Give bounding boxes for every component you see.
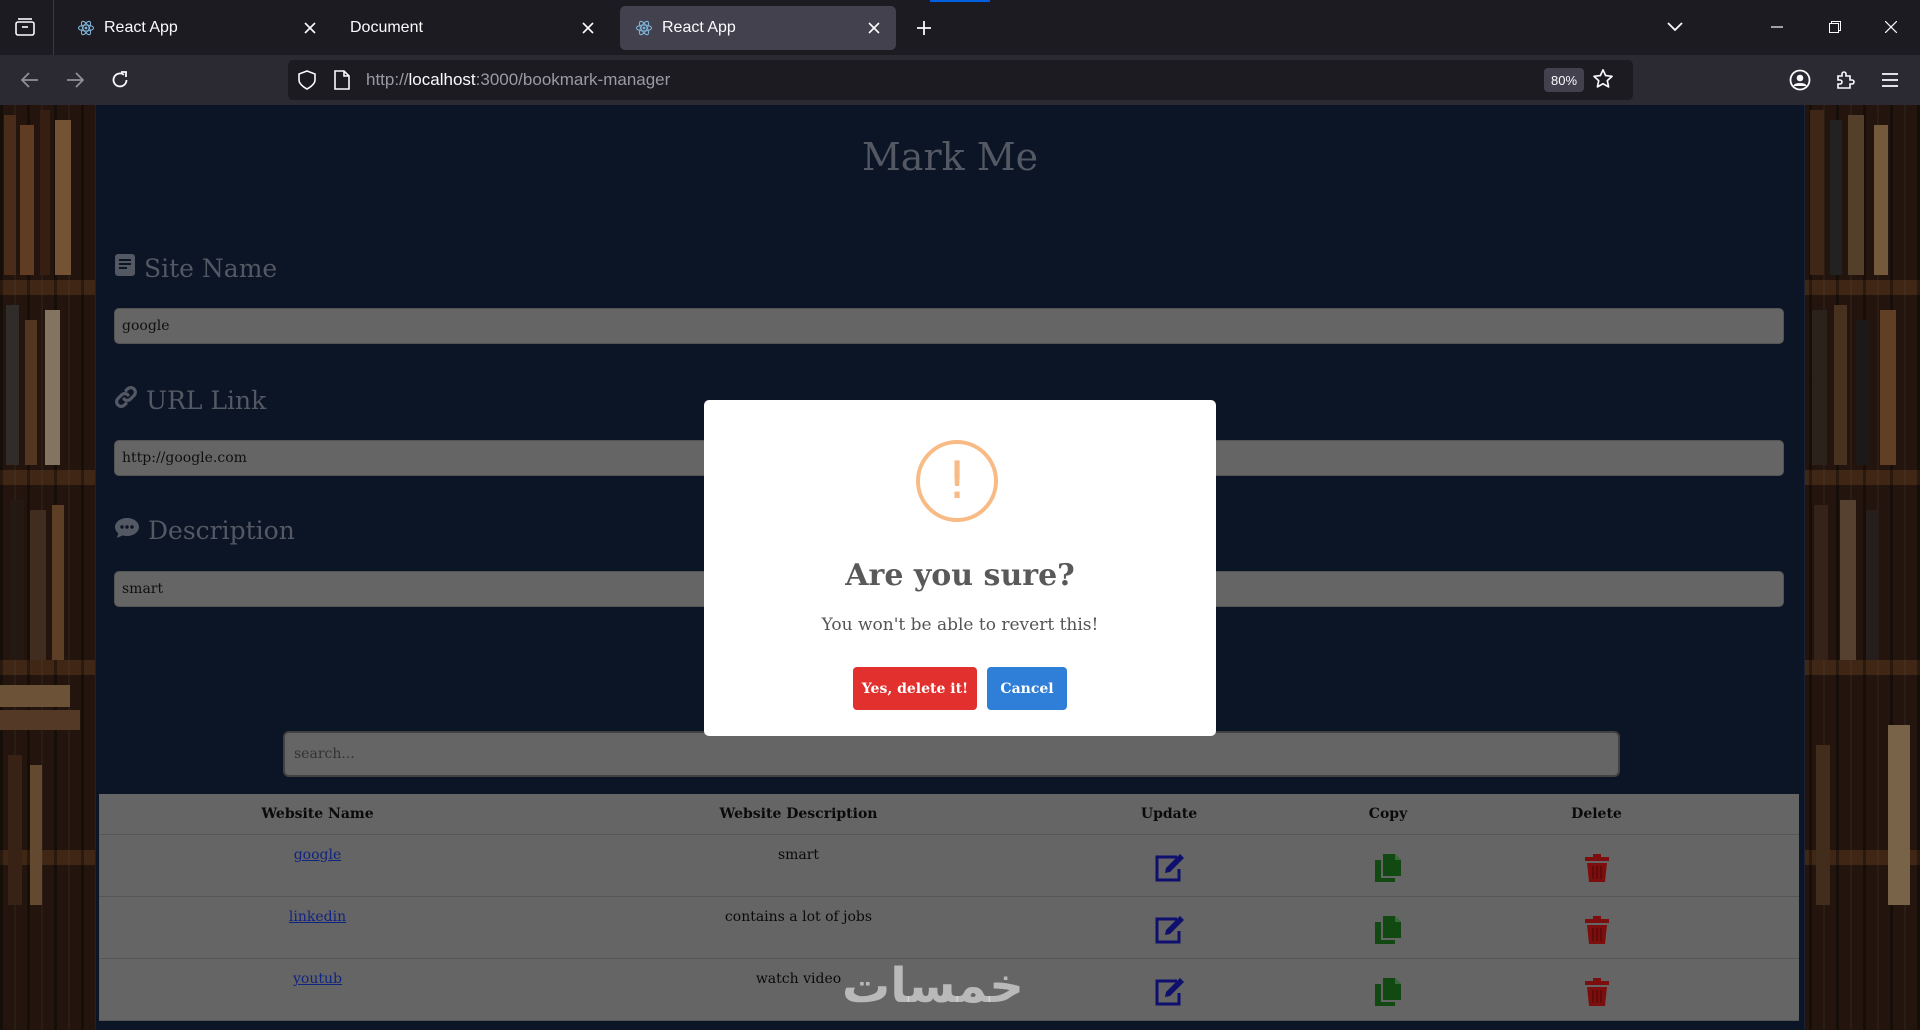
account-icon[interactable] xyxy=(1785,65,1815,95)
back-icon[interactable] xyxy=(15,65,45,95)
react-icon xyxy=(76,18,96,38)
watermark-logo: خمسات xyxy=(842,958,1024,1014)
tab-label: React App xyxy=(662,19,736,36)
new-tab-icon[interactable] xyxy=(910,14,938,42)
url-bar[interactable]: http://localhost:3000/bookmark-manager 8… xyxy=(288,60,1633,100)
close-tab-icon[interactable] xyxy=(296,14,324,42)
menu-icon[interactable] xyxy=(1875,65,1905,95)
tab-react-app-active[interactable]: React App xyxy=(620,6,896,50)
zoom-level-button[interactable]: 80% xyxy=(1544,68,1584,92)
bookmark-star-icon[interactable] xyxy=(1592,68,1614,94)
extensions-icon[interactable] xyxy=(1830,65,1860,95)
tab-bar: React App Document React App xyxy=(0,0,1920,55)
list-all-tabs-icon[interactable] xyxy=(1660,12,1690,42)
close-tab-icon[interactable] xyxy=(860,14,888,42)
page-info-icon[interactable] xyxy=(334,70,350,94)
confirm-delete-button[interactable]: Yes, delete it! xyxy=(853,667,977,710)
dialog-title: Are you sure? xyxy=(845,558,1075,593)
navigation-toolbar: http://localhost:3000/bookmark-manager 8… xyxy=(0,55,1920,105)
confirm-delete-dialog: ! Are you sure? You won't be able to rev… xyxy=(704,400,1216,736)
tab-separator xyxy=(53,0,54,55)
close-tab-icon[interactable] xyxy=(574,14,602,42)
url-text[interactable]: http://localhost:3000/bookmark-manager xyxy=(366,70,670,90)
minimize-icon[interactable] xyxy=(1762,12,1792,42)
dialog-text: You won't be able to revert this! xyxy=(821,615,1099,635)
close-window-icon[interactable] xyxy=(1876,12,1906,42)
url-prefix: http:// xyxy=(366,70,409,89)
reload-icon[interactable] xyxy=(105,65,135,95)
shield-icon[interactable] xyxy=(298,70,316,94)
tab-list-icon[interactable] xyxy=(10,12,40,42)
tab-react-app-1[interactable]: React App xyxy=(62,6,332,50)
tab-document[interactable]: Document xyxy=(336,6,610,50)
forward-icon[interactable] xyxy=(60,65,90,95)
url-path: :3000/bookmark-manager xyxy=(475,70,671,89)
url-host: localhost xyxy=(408,70,476,89)
restore-icon[interactable] xyxy=(1820,12,1850,42)
tab-indicator xyxy=(930,0,990,2)
warning-icon: ! xyxy=(916,440,998,522)
tab-label: Document xyxy=(350,19,423,36)
react-icon xyxy=(634,18,654,38)
tab-label: React App xyxy=(104,19,178,36)
cancel-button[interactable]: Cancel xyxy=(987,667,1067,710)
